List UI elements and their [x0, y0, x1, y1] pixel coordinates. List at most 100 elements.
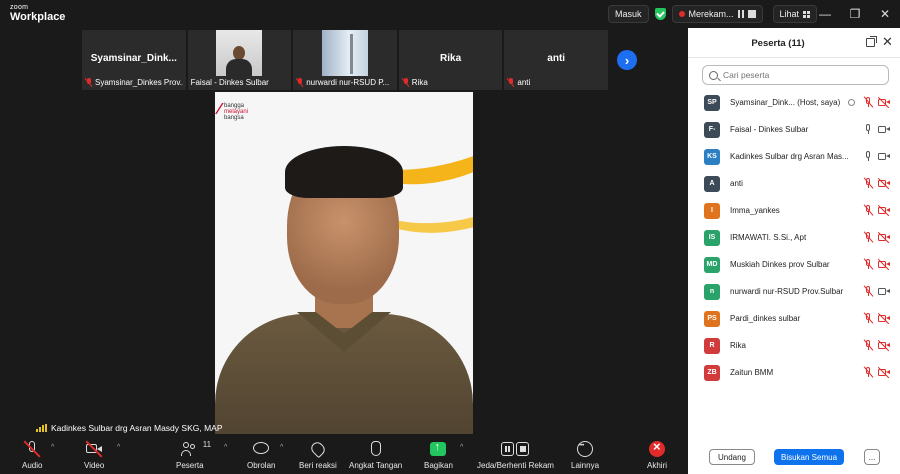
mic-muted-icon	[85, 78, 93, 87]
chat-button[interactable]: Obrolan	[247, 438, 275, 472]
participant-row[interactable]: MD Muskiah Dinkes prov Sulbar	[688, 251, 900, 278]
microphone-icon[interactable]	[864, 124, 873, 135]
speaker-name: Kadinkes Sulbar drg Asran Masdy SKG, MAP	[51, 423, 223, 433]
raise-hand-button[interactable]: Angkat Tangan	[349, 438, 402, 472]
mute-all-button[interactable]: Bisukan Semua	[774, 449, 844, 465]
maximize-button[interactable]: ❐	[840, 0, 870, 28]
end-label: Akhiri	[647, 461, 668, 470]
participant-row[interactable]: SP Syamsinar_Dink... (Host, saya)	[688, 89, 900, 116]
participant-name: Pardi_dinkes sulbar	[730, 314, 801, 323]
avatar: n	[704, 283, 720, 300]
avatar: F-	[704, 121, 720, 138]
participant-row[interactable]: IS IRMAWATI. S.Si., Apt	[688, 224, 900, 251]
audio-button[interactable]: Audio	[22, 438, 42, 472]
camera-off-icon[interactable]	[878, 98, 890, 107]
mic-muted-icon[interactable]	[864, 367, 873, 378]
mic-muted-icon[interactable]	[864, 97, 873, 108]
participant-name: Zaitun BMM	[730, 368, 774, 377]
participant-name: Muskiah Dinkes prov Sulbar	[730, 260, 830, 269]
shield-icon[interactable]	[654, 8, 666, 20]
pop-out-icon[interactable]	[866, 36, 877, 47]
video-button[interactable]: Video	[84, 438, 104, 472]
camera-icon[interactable]	[878, 287, 890, 296]
camera-off-icon[interactable]	[878, 179, 890, 188]
share-button[interactable]: Bagikan	[424, 438, 453, 472]
tile-display-name: Rika	[440, 53, 462, 64]
avatar: PS	[704, 310, 720, 327]
participant-name-cell: IRMAWATI. S.Si., Apt	[730, 233, 858, 242]
meeting-controls-toolbar: Audio ^ Video ^ 11 Peserta ^ Obrolan ^ B…	[0, 436, 688, 474]
meeting-status-bar: Masuk Merekam... Lihat	[608, 4, 818, 24]
participant-name: Syamsinar_Dink...	[730, 98, 795, 107]
camera-icon[interactable]	[878, 125, 890, 134]
participants-icon: 11	[180, 440, 211, 458]
stop-icon[interactable]	[747, 10, 756, 18]
thumbnail-tile[interactable]: Syamsinar_Dink... Syamsinar_Dinkes Prov.…	[82, 30, 186, 90]
active-speaker-video[interactable]: ⁄ bangga melayani bangsa	[215, 92, 473, 434]
participant-name-cell: Rika	[730, 341, 858, 350]
mic-muted-icon[interactable]	[864, 178, 873, 189]
mic-muted-icon[interactable]	[864, 259, 873, 270]
mic-muted-icon[interactable]	[864, 340, 873, 351]
participant-row[interactable]: KS Kadinkes Sulbar drg Asran Mas...	[688, 143, 900, 170]
mic-muted-icon[interactable]	[864, 286, 873, 297]
participant-search-box[interactable]	[702, 65, 889, 85]
participant-search-input[interactable]	[723, 70, 883, 80]
mic-muted-icon[interactable]	[864, 313, 873, 324]
mic-muted-icon[interactable]	[864, 232, 873, 243]
mic-muted-icon[interactable]	[864, 205, 873, 216]
video-options-chevron-icon[interactable]: ^	[117, 444, 120, 451]
participant-name-cell: Pardi_dinkes sulbar	[730, 314, 858, 323]
participant-row[interactable]: n nurwardi nur-RSUD Prov.Sulbar	[688, 278, 900, 305]
brand-bottom: Workplace	[10, 11, 66, 23]
close-window-button[interactable]: ✕	[870, 0, 900, 28]
thumbnail-tile[interactable]: Rika Rika	[398, 30, 503, 90]
tile-caption: Rika	[402, 78, 500, 87]
participant-row[interactable]: PS Pardi_dinkes sulbar	[688, 305, 900, 332]
camera-off-icon[interactable]	[878, 368, 890, 377]
pause-icon[interactable]	[737, 10, 744, 18]
participant-row[interactable]: F- Faisal - Dinkes Sulbar	[688, 116, 900, 143]
camera-off-icon[interactable]	[878, 260, 890, 269]
participant-row[interactable]: ZB Zaitun BMM	[688, 359, 900, 386]
microphone-icon[interactable]	[864, 151, 873, 162]
close-panel-icon[interactable]: ✕	[882, 34, 893, 50]
participants-panel: Peserta (11) ✕ SP Syamsinar_Dink... (Host…	[688, 28, 900, 474]
minimize-icon: —	[819, 7, 831, 21]
reactions-button[interactable]: Beri reaksi	[299, 438, 337, 472]
share-options-chevron-icon[interactable]: ^	[460, 444, 463, 451]
speaker-figure	[215, 92, 473, 434]
participants-button[interactable]: 11 Peserta	[176, 438, 211, 472]
record-control-button[interactable]: Jeda/Berhenti Rekam	[477, 438, 554, 472]
next-page-button[interactable]: ›	[617, 50, 637, 70]
recording-indicator[interactable]: Merekam...	[671, 5, 763, 23]
chat-options-chevron-icon[interactable]: ^	[280, 444, 283, 451]
tile-caption-text: Syamsinar_Dinkes Prov...	[95, 78, 183, 87]
camera-off-icon[interactable]	[878, 314, 890, 323]
end-call-icon	[648, 439, 666, 458]
invite-button[interactable]: Undang	[709, 449, 755, 465]
audio-options-chevron-icon[interactable]: ^	[51, 444, 54, 451]
tile-caption-text: anti	[517, 78, 531, 87]
camera-icon[interactable]	[878, 152, 890, 161]
panel-title: Peserta (11)	[751, 38, 805, 49]
minimize-button[interactable]: —	[810, 0, 840, 28]
camera-off-icon[interactable]	[878, 341, 890, 350]
participant-row[interactable]: Aanti	[688, 170, 900, 197]
thumbnail-tile[interactable]: anti anti	[504, 30, 608, 90]
hand-icon	[367, 440, 385, 458]
more-button[interactable]: Lainnya	[571, 438, 599, 472]
heart-icon	[308, 439, 328, 459]
participants-options-chevron-icon[interactable]: ^	[224, 444, 227, 451]
end-meeting-button[interactable]: Akhiri	[647, 438, 667, 472]
audio-label: Audio	[22, 461, 43, 470]
thumbnail-tile[interactable]: Faisal - Dinkes Sulbar	[187, 30, 292, 90]
thumbnail-tile[interactable]: nurwardi nur-RSUD P...	[293, 30, 397, 90]
signin-button[interactable]: Masuk	[608, 5, 649, 23]
tile-caption-text: Faisal - Dinkes Sulbar	[190, 78, 269, 87]
participant-row[interactable]: I Imma_yankes	[688, 197, 900, 224]
camera-off-icon[interactable]	[878, 233, 890, 242]
panel-more-button[interactable]: ...	[864, 449, 880, 465]
participant-row[interactable]: R Rika	[688, 332, 900, 359]
camera-off-icon[interactable]	[878, 206, 890, 215]
